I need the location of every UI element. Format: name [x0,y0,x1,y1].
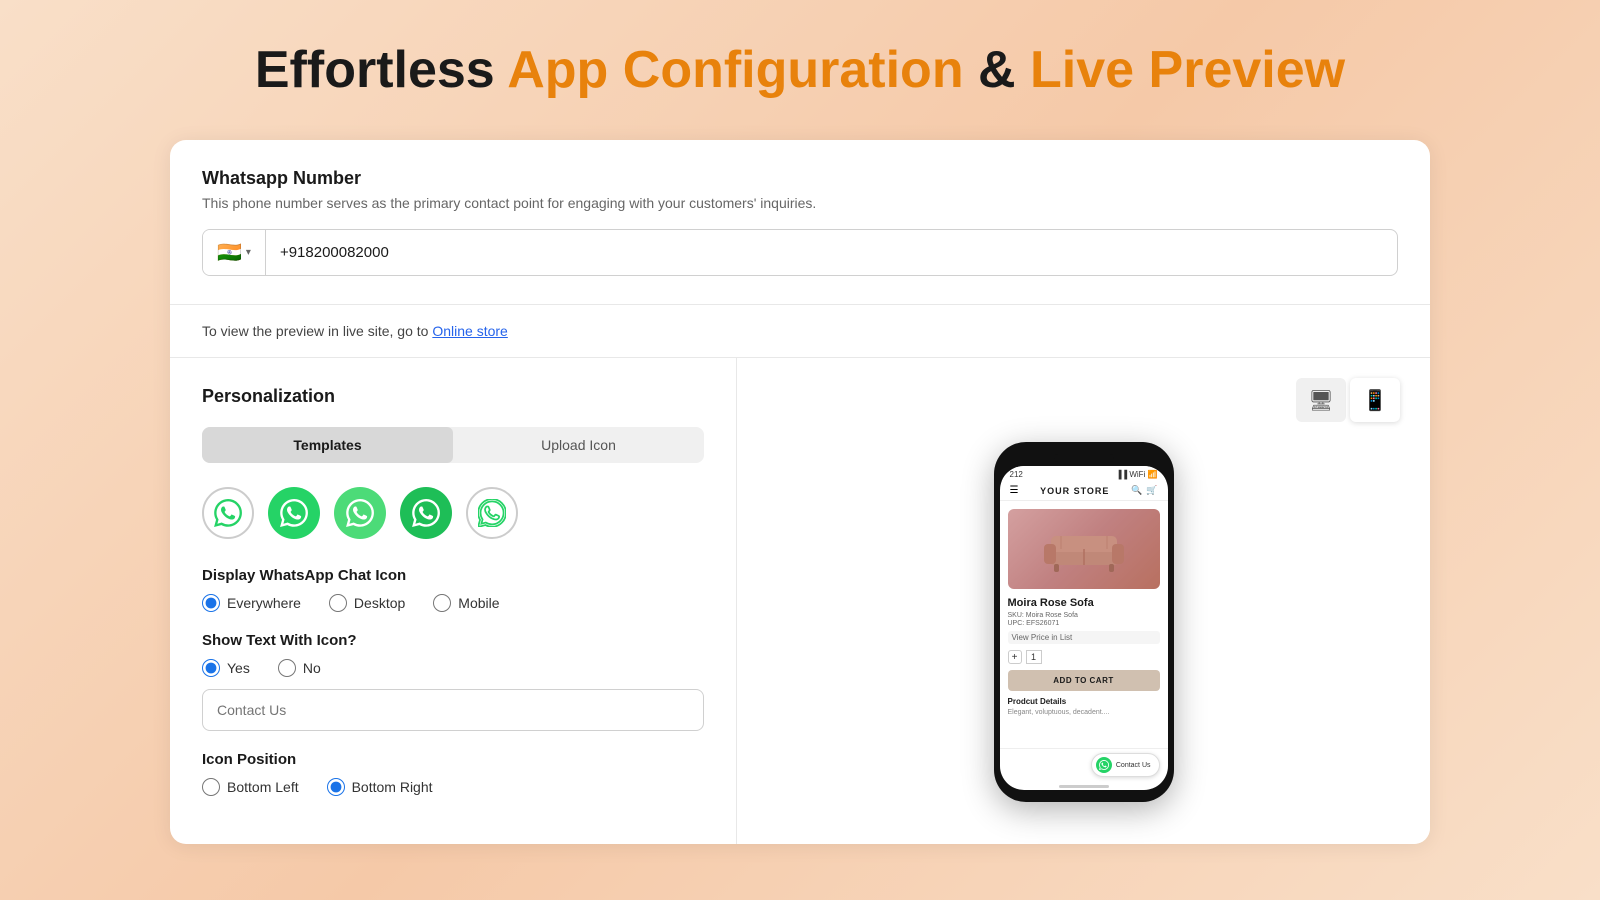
show-text-title: Show Text With Icon? [202,632,704,649]
radio-no[interactable]: No [278,659,321,677]
qty-minus-btn[interactable]: + [1008,650,1022,664]
personalization-panel: Personalization Templates Upload Icon [170,358,737,844]
desktop-preview-btn[interactable]: 🖥 [1296,378,1346,422]
radio-everywhere-input[interactable] [202,594,220,612]
product-name: Moira Rose Sofa [1008,597,1160,609]
radio-desktop-input[interactable] [329,594,347,612]
title-part3: & [964,41,1030,99]
product-details-text: Elegant, voluptuous, decadent.... [1008,709,1160,716]
whatsapp-section: Whatsapp Number This phone number serves… [170,140,1430,305]
main-container: Whatsapp Number This phone number serves… [170,140,1430,844]
icon-template-1[interactable] [202,487,254,539]
display-radio-row: Everywhere Desktop Mobile [202,594,704,612]
store-icons: 🔍 🛒 [1131,485,1157,496]
online-store-link[interactable]: Online store [432,323,507,339]
radio-no-input[interactable] [278,659,296,677]
search-icon: 🔍 [1131,485,1142,496]
icon-template-2[interactable] [268,487,320,539]
wa-small-icon [1096,757,1112,773]
radio-yes-label: Yes [227,660,250,676]
product-details-label: Prodcut Details [1008,697,1160,706]
flag-emoji: 🇮🇳 [217,240,242,265]
position-section-title: Icon Position [202,751,704,768]
product-price: View Price in List [1008,631,1160,644]
position-radio-row: Bottom Left Bottom Right [202,778,704,796]
whatsapp-section-desc: This phone number serves as the primary … [202,195,1398,211]
preview-link-bar: To view the preview in live site, go to … [170,305,1430,358]
contact-us-chip[interactable]: Contact Us [1091,753,1160,777]
icon-template-4[interactable] [400,487,452,539]
title-part1: Effortless [255,41,507,99]
radio-bottom-left[interactable]: Bottom Left [202,778,299,796]
position-section: Icon Position Bottom Left Bottom Right [202,751,704,796]
contact-us-label: Contact Us [1116,762,1151,769]
phone-notch [1054,454,1114,462]
page-title: Effortless App Configuration & Live Prev… [255,40,1345,100]
tab-templates[interactable]: Templates [202,427,453,463]
whatsapp-section-title: Whatsapp Number [202,168,1398,189]
radio-everywhere-label: Everywhere [227,595,301,611]
icon-templates-row [202,487,704,539]
radio-yes-input[interactable] [202,659,220,677]
add-to-cart-btn[interactable]: ADD TO CART [1008,670,1160,691]
phone-time: 212 [1010,470,1023,479]
radio-desktop-label: Desktop [354,595,405,611]
menu-icon: ☰ [1010,485,1019,496]
chevron-down-icon: ▾ [246,247,251,258]
phone-status-icons: ▐▐ WiFi 📶 [1116,470,1158,479]
display-section-title: Display WhatsApp Chat Icon [202,567,704,584]
panel-title: Personalization [202,386,704,407]
radio-yes[interactable]: Yes [202,659,250,677]
qty-value: 1 [1026,650,1042,664]
phone-status-bar: 212 ▐▐ WiFi 📶 [1000,466,1168,481]
display-section: Display WhatsApp Chat Icon Everywhere De… [202,567,704,612]
radio-bottom-left-input[interactable] [202,778,220,796]
mobile-preview-btn[interactable]: 📱 [1350,378,1400,422]
tab-row: Templates Upload Icon [202,427,704,463]
icon-template-3[interactable] [334,487,386,539]
product-sku: SKU: Moira Rose Sofa [1008,612,1160,619]
device-toggle-row: 🖥 📱 [1296,378,1400,422]
phone-bottom-bar: Contact Us [1000,748,1168,781]
radio-mobile[interactable]: Mobile [433,594,499,612]
product-upc: UPC: EFS26071 [1008,620,1160,627]
bottom-panels: Personalization Templates Upload Icon [170,358,1430,844]
radio-bottom-right[interactable]: Bottom Right [327,778,433,796]
radio-mobile-label: Mobile [458,595,499,611]
radio-bottom-left-label: Bottom Left [227,779,299,795]
radio-no-label: No [303,660,321,676]
preview-panel: 🖥 📱 212 ▐▐ WiFi 📶 ☰ [737,358,1430,844]
radio-everywhere[interactable]: Everywhere [202,594,301,612]
tab-upload-icon[interactable]: Upload Icon [453,427,704,463]
flag-select[interactable]: 🇮🇳 ▾ [203,230,266,275]
store-name: YOUR STORE [1040,486,1109,496]
cart-icon: 🛒 [1146,485,1157,496]
show-text-radio-row: Yes No [202,659,704,677]
phone-product-content: Moira Rose Sofa SKU: Moira Rose Sofa UPC… [1000,501,1168,748]
phone-screen: 212 ▐▐ WiFi 📶 ☰ YOUR STORE 🔍 🛒 [1000,466,1168,790]
preview-link-text: To view the preview in live site, go to [202,323,432,339]
monitor-icon: 🖥 [1308,388,1333,413]
phone-store-header: ☰ YOUR STORE 🔍 🛒 [1000,481,1168,501]
contact-text-input[interactable] [202,689,704,731]
sofa-image [1008,509,1160,589]
qty-row: + 1 [1008,650,1160,664]
mobile-icon: 📱 [1363,388,1388,413]
home-bar [1059,785,1109,788]
phone-mockup: 212 ▐▐ WiFi 📶 ☰ YOUR STORE 🔍 🛒 [994,442,1174,802]
phone-input-row: 🇮🇳 ▾ [202,229,1398,276]
title-part4: Live Preview [1030,41,1345,99]
radio-desktop[interactable]: Desktop [329,594,405,612]
icon-template-5[interactable] [466,487,518,539]
radio-mobile-input[interactable] [433,594,451,612]
phone-number-input[interactable] [266,234,1397,271]
radio-bottom-right-input[interactable] [327,778,345,796]
title-part2: App Configuration [507,41,963,99]
radio-bottom-right-label: Bottom Right [352,779,433,795]
show-text-section: Show Text With Icon? Yes No [202,632,704,731]
